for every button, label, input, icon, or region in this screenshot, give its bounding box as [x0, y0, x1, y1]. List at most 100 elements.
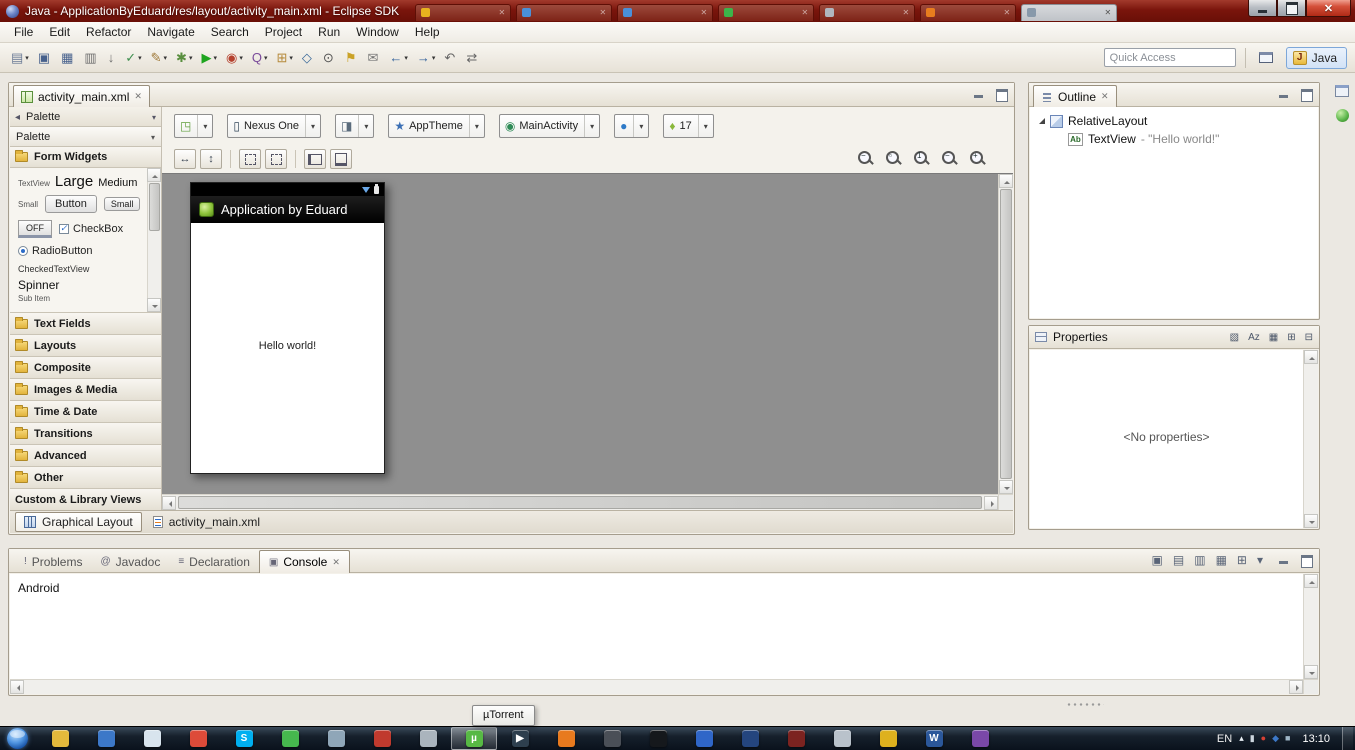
taskbar-app[interactable] — [543, 727, 589, 750]
taskbar-app[interactable] — [957, 727, 1003, 750]
palette-category-form-widgets[interactable]: Form Widgets — [10, 147, 161, 168]
palette-category[interactable]: Time & Date — [10, 401, 161, 423]
palette-item-checkedtextview[interactable]: CheckedTextView — [18, 264, 89, 274]
show-grid-button[interactable] — [330, 149, 352, 169]
taskbar-app[interactable]: ▶ — [497, 727, 543, 750]
tab-close-icon[interactable] — [1104, 8, 1111, 17]
console-area-tab[interactable]: ! Problems — [15, 551, 91, 572]
show-outline-button[interactable] — [239, 149, 261, 169]
palette-category[interactable]: Images & Media — [10, 379, 161, 401]
minimize-editor-button[interactable] — [971, 87, 987, 101]
palette-category[interactable]: Text Fields — [10, 313, 161, 335]
scroll-up-icon[interactable] — [999, 174, 1013, 188]
tab-graphical-layout[interactable]: Graphical Layout — [15, 512, 142, 532]
minimize-outline-button[interactable] — [1276, 87, 1292, 101]
toolbar-icon-button[interactable]: ▥ — [81, 47, 101, 69]
scroll-down-icon[interactable] — [147, 298, 161, 312]
toolbar-icon-button[interactable]: ✓ ▾ — [122, 47, 144, 69]
palette-item-textview-small[interactable]: Small — [18, 200, 38, 209]
tab-close-icon[interactable] — [332, 557, 340, 568]
show-desktop-button[interactable] — [1342, 727, 1353, 750]
zoom-increase-icon[interactable] — [968, 149, 987, 168]
scroll-down-icon[interactable] — [999, 480, 1013, 494]
maximize-console-button[interactable] — [1298, 553, 1314, 568]
toolbar-icon-button[interactable]: ▤ ▾ — [8, 47, 32, 69]
scroll-right-icon[interactable] — [1289, 680, 1303, 694]
toggle-fill-height-button[interactable] — [200, 149, 222, 169]
palette-scrollbar[interactable] — [147, 168, 161, 312]
palette-item-textview-large[interactable]: Large — [55, 173, 93, 190]
taskbar-app[interactable] — [819, 727, 865, 750]
palette-menu-icon[interactable] — [152, 111, 156, 123]
layout-canvas[interactable]: Application by Eduard Hello world! — [162, 173, 1013, 494]
editor-tab-activity-main[interactable]: activity_main.xml — [13, 85, 150, 107]
taskbar-app[interactable]: µ — [451, 727, 497, 750]
tray-icon[interactable]: ● — [1261, 734, 1266, 743]
chevron-down-icon[interactable] — [697, 115, 713, 137]
window-titlebar[interactable]: Java - ApplicationByEduard/res/layout/ac… — [0, 0, 1355, 22]
fast-view-icon[interactable] — [1335, 109, 1349, 122]
palette-item-button[interactable]: Button — [45, 195, 97, 213]
menu-item[interactable]: Edit — [41, 23, 78, 41]
titlebar-tab[interactable] — [415, 3, 512, 21]
menu-item[interactable]: Help — [407, 23, 448, 41]
editor-tab-close-icon[interactable] — [134, 91, 142, 102]
properties-toolbar-icon[interactable]: ⊞ — [1287, 332, 1295, 343]
toolbar-icon-button[interactable]: ▶ ▾ — [198, 47, 220, 69]
menu-item[interactable]: Search — [203, 23, 257, 41]
console-toolbar-icon[interactable]: ▦ — [1216, 553, 1227, 567]
titlebar-tab[interactable] — [516, 3, 613, 21]
menu-item[interactable]: Project — [257, 23, 310, 41]
console-toolbar-icon[interactable]: ▥ — [1194, 553, 1205, 567]
taskbar-app[interactable] — [175, 727, 221, 750]
palette-item-textview-medium[interactable]: Medium — [98, 177, 137, 189]
maximize-editor-button[interactable] — [993, 87, 1009, 102]
console-toolbar-icon[interactable]: ▤ — [1173, 553, 1184, 567]
console-toolbar-icon[interactable]: ▣ — [1152, 553, 1163, 567]
java-perspective-button[interactable]: J Java — [1285, 46, 1347, 69]
zoom-fit-icon[interactable] — [884, 149, 903, 168]
console-area-tab[interactable]: @ Javadoc — [91, 551, 169, 572]
scroll-left-icon[interactable] — [162, 496, 176, 510]
taskbar-app[interactable] — [359, 727, 405, 750]
close-button[interactable] — [1306, 0, 1351, 17]
titlebar-tab[interactable] — [718, 3, 815, 21]
scroll-right-icon[interactable] — [984, 496, 998, 510]
tree-expander-icon[interactable] — [1039, 118, 1045, 124]
hello-world-textview[interactable]: Hello world! — [191, 340, 384, 352]
tray-icon[interactable]: ◆ — [1272, 734, 1279, 743]
tree-node-relativelayout[interactable]: RelativeLayout — [1032, 112, 1316, 130]
scroll-down-icon[interactable] — [1304, 665, 1318, 679]
zoom-100-icon[interactable] — [912, 149, 931, 168]
palette-item-checkbox[interactable]: CheckBox — [59, 223, 123, 235]
tab-activity-main-xml[interactable]: activity_main.xml — [144, 512, 269, 532]
menu-item[interactable]: Refactor — [78, 23, 139, 41]
quick-access-input[interactable] — [1103, 48, 1236, 67]
palette-item-subitem[interactable]: Sub Item — [18, 294, 50, 303]
palette-category[interactable]: Other — [10, 467, 161, 489]
open-perspective-button[interactable] — [1255, 47, 1277, 69]
console-toolbar-icon[interactable]: ⊞ — [1237, 553, 1247, 567]
outline-close-icon[interactable] — [1101, 91, 1109, 102]
palette-item-textview[interactable]: TextView — [18, 179, 50, 188]
chevron-down-icon[interactable] — [633, 115, 648, 137]
toolbar-icon-button[interactable]: ◇ — [299, 47, 317, 69]
chevron-down-icon[interactable] — [468, 115, 484, 137]
menu-item[interactable]: Window — [348, 23, 407, 41]
zoom-out-icon[interactable] — [856, 149, 875, 168]
tray-icon[interactable]: ▮ — [1250, 734, 1255, 743]
toolbar-icon-button[interactable]: ← ▾ — [386, 47, 411, 69]
taskbar-app[interactable] — [865, 727, 911, 750]
tree-node-textview[interactable]: Ab TextView - "Hello world!" — [1032, 130, 1316, 148]
config-dropdown[interactable]: ● — [614, 114, 650, 138]
restore-view-icon[interactable] — [1335, 85, 1349, 97]
clock[interactable]: 13:10 — [1302, 733, 1330, 745]
language-indicator[interactable]: EN — [1217, 733, 1232, 745]
zoom-decrease-icon[interactable] — [940, 149, 959, 168]
toggle-fill-width-button[interactable] — [174, 149, 196, 169]
palette-item-small-button[interactable]: Small — [103, 197, 141, 211]
palette-item-togglebutton[interactable]: OFF — [18, 220, 52, 238]
margins-button[interactable] — [265, 149, 287, 169]
device-preview[interactable]: Application by Eduard Hello world! — [190, 182, 385, 474]
toolbar-icon-button[interactable]: ⊞ ▾ — [273, 47, 295, 69]
